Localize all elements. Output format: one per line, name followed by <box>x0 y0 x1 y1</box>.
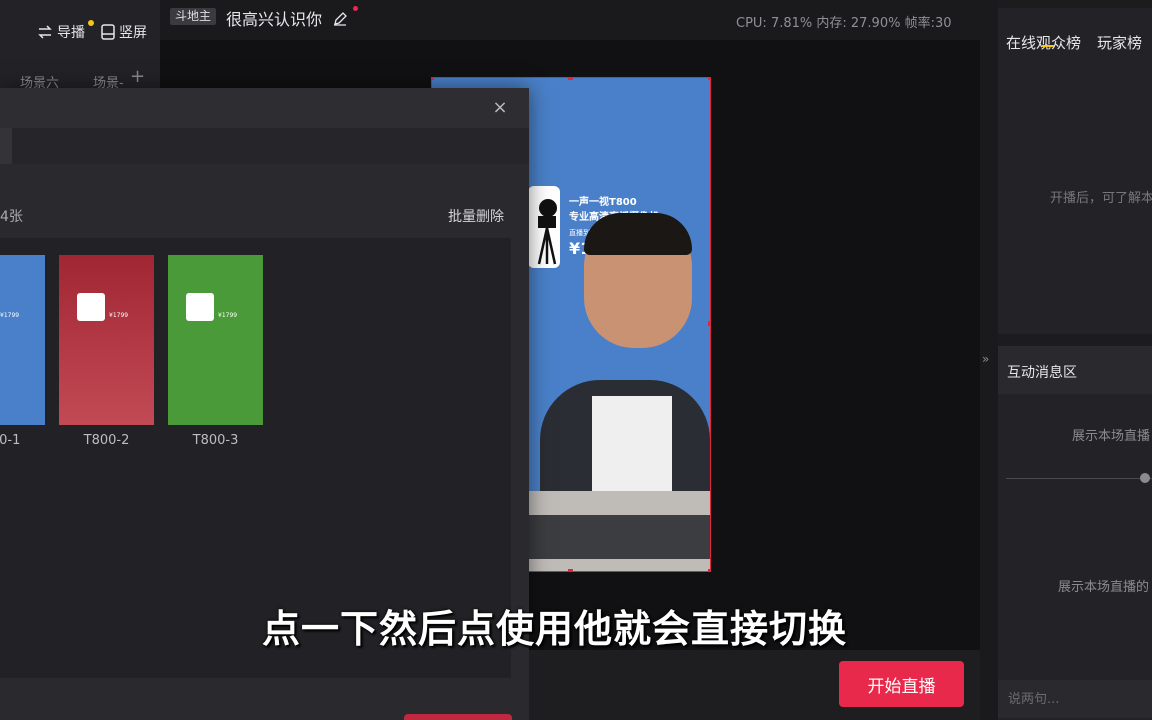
swap-icon <box>37 25 53 39</box>
portrait-button[interactable]: 竖屏 <box>101 22 147 42</box>
audience-empty-hint: 开播后，可了解本 <box>1050 191 1152 206</box>
dialog-tab-active[interactable] <box>0 128 12 164</box>
add-scene-icon[interactable]: + <box>130 66 145 87</box>
director-label: 导播 <box>57 25 85 41</box>
chat-input[interactable] <box>998 680 1152 718</box>
thumbnail-item[interactable]: ¥1799 <box>168 255 263 425</box>
resize-handle-tc[interactable] <box>568 78 573 80</box>
portrait-icon <box>101 24 115 40</box>
stream-title: 很高兴认识你 <box>226 6 359 30</box>
camera-mini-icon <box>77 293 105 321</box>
category-badge[interactable]: 斗地主 <box>170 8 217 25</box>
dialog-confirm-button[interactable] <box>404 714 512 720</box>
keyboard <box>528 515 710 559</box>
notification-dot <box>88 20 94 26</box>
thumbnail-label: T800-3 <box>192 433 239 448</box>
resize-handle-tr[interactable] <box>708 78 710 80</box>
presenter-hair <box>584 213 692 255</box>
left-toolbar: 导播 竖屏 <box>0 0 160 64</box>
interaction-panel <box>998 346 1152 720</box>
portrait-label: 竖屏 <box>119 25 147 41</box>
interaction-hint-top: 展示本场直播 <box>1072 429 1151 444</box>
active-tab-indicator <box>1042 45 1054 47</box>
performance-stats: CPU: 7.81% 内存: 27.90% 帧率:30 <box>736 16 952 31</box>
thumbnail-price: ¥1799 <box>218 312 238 319</box>
image-count: 共4张 <box>0 209 23 225</box>
interaction-hint-bottom: 展示本场直播的 <box>1058 580 1150 595</box>
tab-player-rank[interactable]: 玩家榜 <box>1097 32 1142 53</box>
slider-handle[interactable] <box>1140 473 1150 483</box>
ad-line1: 一声一视T800 <box>569 197 637 208</box>
thumbnail-label: T800-2 <box>83 433 130 448</box>
batch-delete-button[interactable]: 批量删除 <box>448 206 504 226</box>
collapse-chevron-icon[interactable]: » <box>982 352 989 366</box>
dialog-tabstrip <box>0 128 529 164</box>
thumbnail-item[interactable]: ¥1799 <box>59 255 154 425</box>
close-icon[interactable]: × <box>490 98 510 118</box>
resize-handle-br[interactable] <box>708 569 710 571</box>
director-button[interactable]: 导播 <box>37 20 94 42</box>
interaction-title: 互动消息区 <box>1007 365 1077 381</box>
panel-split-slider[interactable] <box>1006 478 1152 479</box>
resize-handle-tl[interactable] <box>432 78 434 80</box>
audience-panel: 在线观众榜 玩家榜 <box>998 8 1152 334</box>
thumbnail-price: ¥1799 <box>109 312 129 319</box>
camera-ad-card <box>528 186 560 268</box>
tab-online-audience[interactable]: 在线观众榜 <box>1006 32 1081 53</box>
camera-mini-icon <box>186 293 214 321</box>
resize-handle-mr[interactable] <box>708 321 710 326</box>
thumbnail-price: ¥1799 <box>0 312 20 319</box>
unsaved-dot <box>353 6 359 11</box>
stream-title-text: 很高兴认识你 <box>226 10 323 29</box>
thumbnail-item[interactable]: ¥1799 <box>0 255 45 425</box>
start-live-button[interactable]: 开始直播 <box>839 661 964 707</box>
resize-handle-bc[interactable] <box>568 569 573 571</box>
video-subtitle: 点一下然后点使用他就会直接切换 <box>262 607 848 651</box>
edit-icon[interactable] <box>333 11 348 30</box>
thumbnail-label: T800-1 <box>0 433 21 448</box>
